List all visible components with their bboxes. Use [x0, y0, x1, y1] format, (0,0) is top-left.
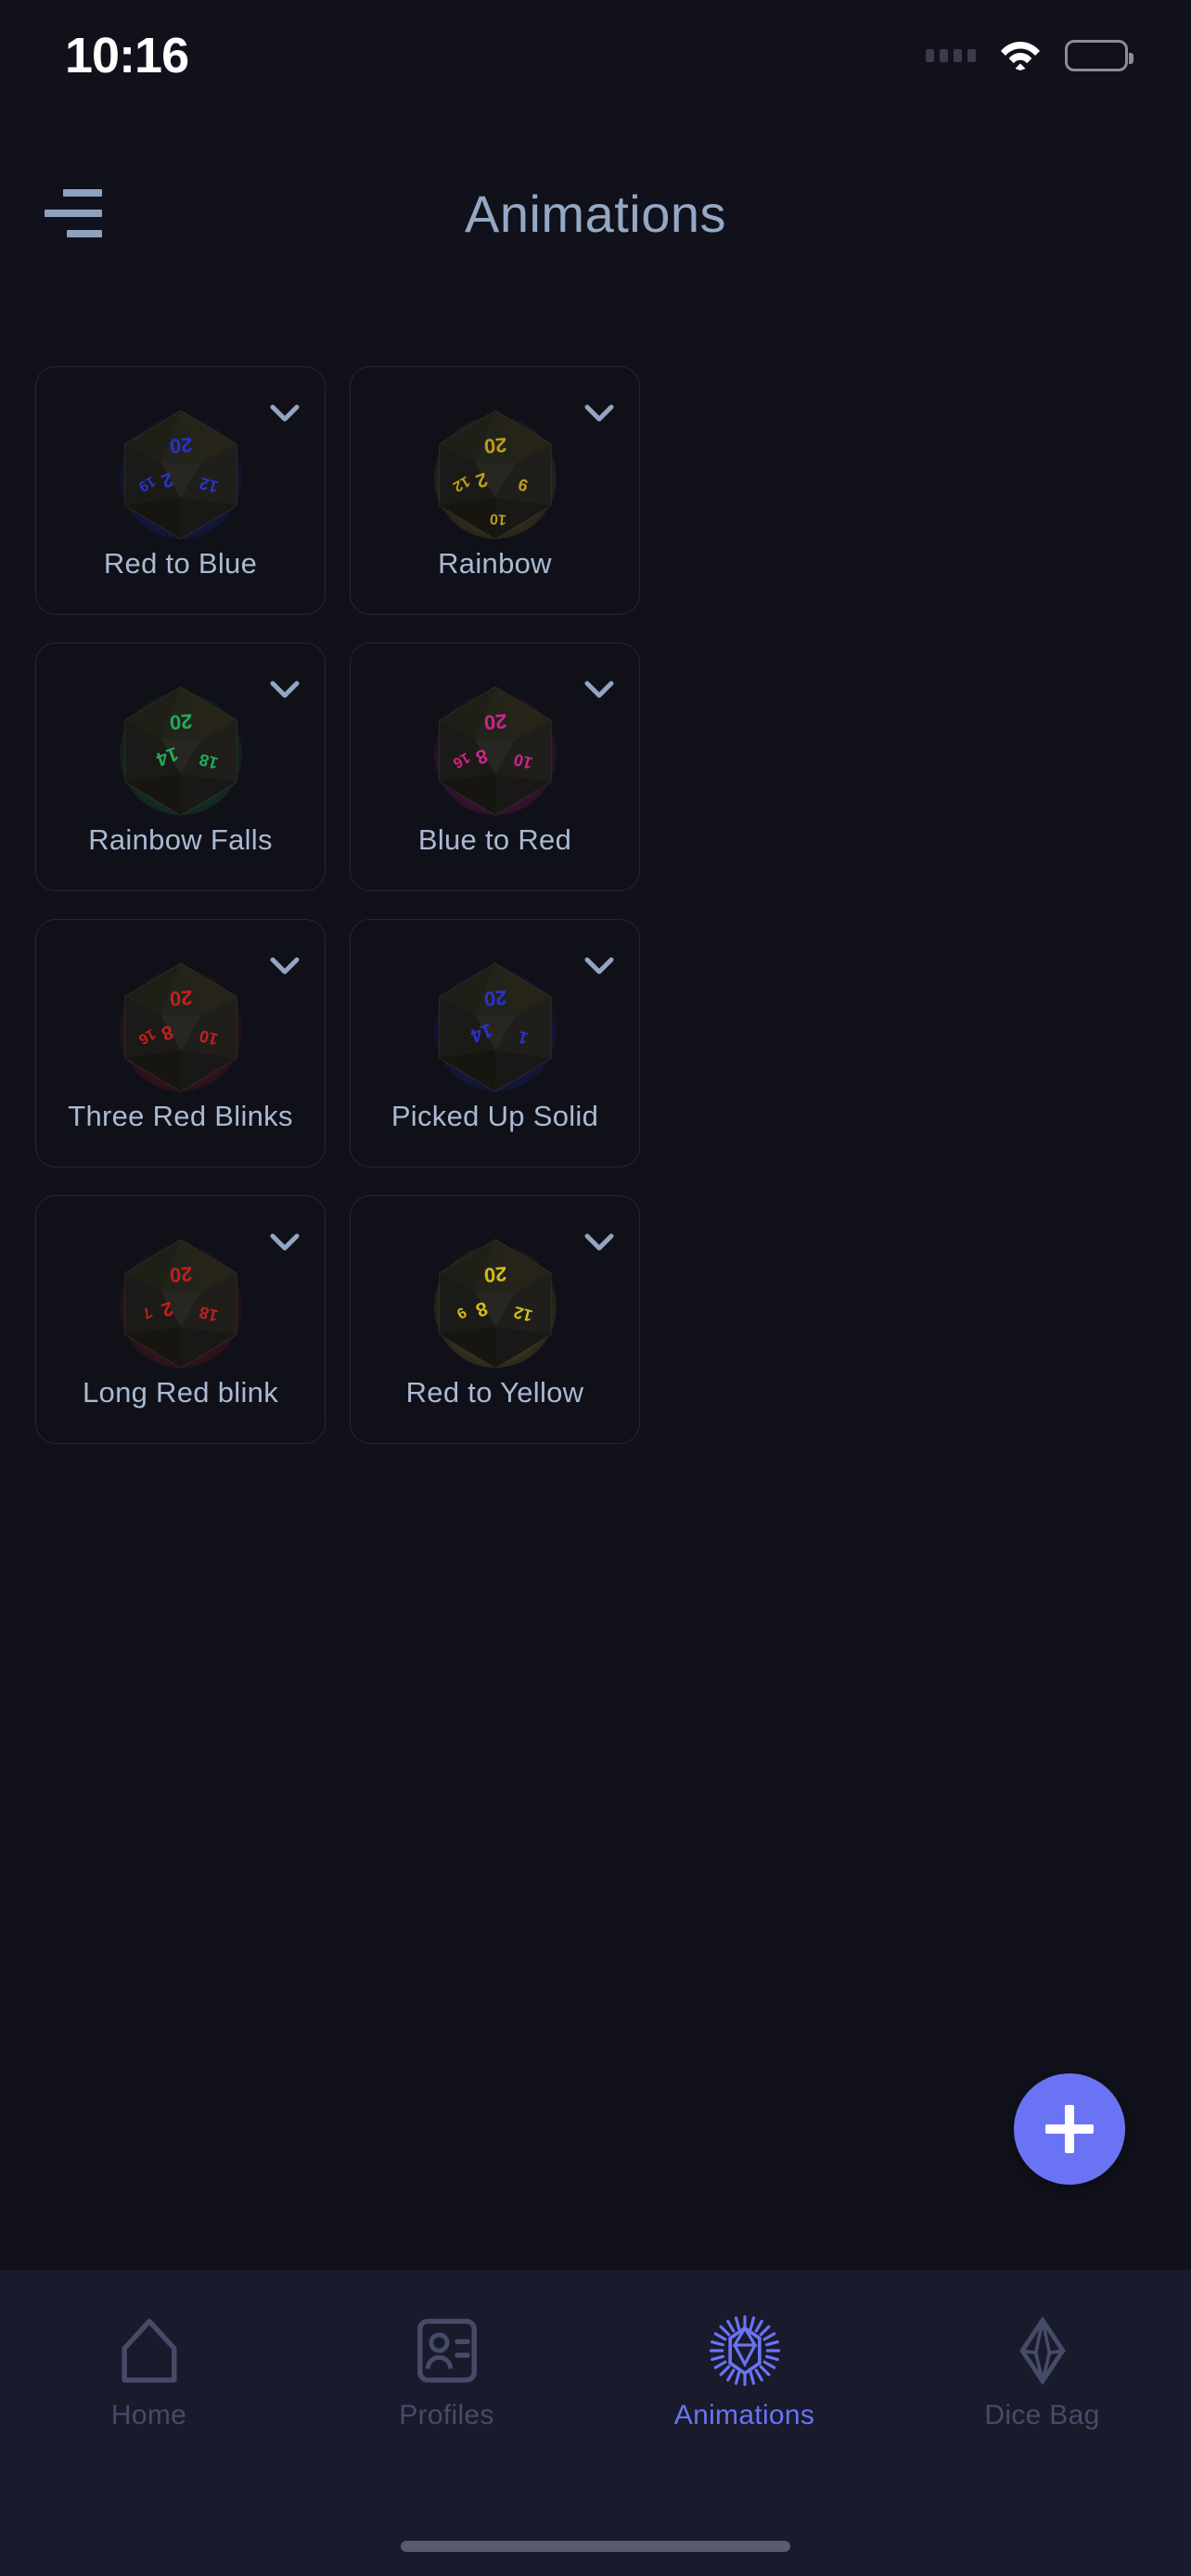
plus-icon	[1045, 2105, 1094, 2153]
svg-text:20: 20	[169, 709, 193, 734]
page-title: Animations	[464, 184, 727, 243]
animation-card[interactable]: 20 8 10 16 Blue to Red	[350, 643, 640, 891]
svg-text:20: 20	[483, 1262, 507, 1287]
svg-text:20: 20	[169, 433, 193, 458]
svg-text:20: 20	[483, 433, 507, 458]
d20-die-icon: 20 8 10 16	[433, 686, 557, 816]
d20-die-icon: 20 2 18 7	[119, 1239, 242, 1369]
animation-name: Rainbow	[438, 547, 552, 580]
d20-die-icon: 20 14 1	[433, 963, 557, 1092]
die-preview: 20 8 12 9	[351, 1230, 639, 1378]
hamburger-menu-icon[interactable]	[45, 189, 102, 237]
d20-die-icon: 20 14 18	[119, 686, 242, 816]
animation-card[interactable]: 20 2 12 19 Red to Blue	[35, 366, 326, 615]
svg-text:20: 20	[483, 709, 507, 734]
svg-text:20: 20	[169, 1262, 193, 1287]
d20-die-icon: 20 2 12 19	[119, 410, 242, 540]
d20-die-icon: 20 8 12 9	[433, 1239, 557, 1369]
nav-item-label: Profiles	[399, 2400, 494, 2430]
nav-item-dice-bag[interactable]: Dice Bag	[941, 2315, 1145, 2431]
animation-name: Long Red blink	[82, 1376, 278, 1409]
status-bar: 10:16	[0, 0, 1191, 111]
svg-text:10: 10	[489, 510, 506, 527]
nav-item-label: Dice Bag	[984, 2400, 1100, 2430]
status-bar-clock: 10:16	[65, 28, 189, 83]
add-animation-fab[interactable]	[1014, 2073, 1125, 2185]
nav-item-label: Home	[110, 2400, 187, 2430]
die-preview: 20 8 10 16	[351, 677, 639, 825]
animation-card[interactable]: 20 2 18 7 Long Red blink	[35, 1195, 326, 1444]
svg-text:20: 20	[169, 986, 193, 1011]
die-preview: 20 8 10 16	[36, 953, 325, 1102]
animation-name: Three Red Blinks	[68, 1100, 293, 1132]
animation-card[interactable]: 20 14 18 Rainbow Falls	[35, 643, 326, 891]
svg-text:20: 20	[483, 986, 507, 1011]
dice-bag-icon	[1006, 2315, 1079, 2387]
nav-item-home[interactable]: Home	[47, 2315, 251, 2431]
die-preview: 20 14 1	[351, 953, 639, 1102]
animation-card[interactable]: 20 2 9 12 10 Rainbow	[350, 366, 640, 615]
nav-item-animations[interactable]: Animations	[643, 2315, 847, 2431]
animation-name: Blue to Red	[417, 823, 572, 856]
animations-grid: 20 2 12 19 Red to Blue 20 2 9 12 10 Rain…	[35, 366, 1156, 1444]
d20-die-icon: 20 8 10 16	[119, 963, 242, 1092]
nav-item-label: Animations	[673, 2400, 815, 2430]
signal-dots-icon	[926, 49, 976, 62]
bottom-navigation-bar: Home Profiles Animations Dice Bag	[0, 2270, 1191, 2576]
animation-card[interactable]: 20 14 1 Picked Up Solid	[350, 919, 640, 1167]
profile-card-icon	[411, 2315, 483, 2387]
app-header: Animations	[0, 162, 1191, 264]
animation-die-icon	[709, 2315, 781, 2387]
die-preview: 20 14 18	[36, 677, 325, 825]
nav-item-profiles[interactable]: Profiles	[345, 2315, 549, 2431]
die-preview: 20 2 12 19	[36, 401, 325, 549]
die-preview: 20 2 18 7	[36, 1230, 325, 1378]
home-icon	[113, 2315, 186, 2387]
animation-name: Rainbow Falls	[88, 823, 273, 856]
animation-card[interactable]: 20 8 10 16 Three Red Blinks	[35, 919, 326, 1167]
battery-full-icon	[1065, 40, 1133, 71]
animation-name: Red to Yellow	[405, 1376, 584, 1409]
animation-name: Picked Up Solid	[391, 1100, 599, 1132]
status-bar-indicators	[926, 40, 1133, 71]
animation-card[interactable]: 20 8 12 9 Red to Yellow	[350, 1195, 640, 1444]
animation-name: Red to Blue	[103, 547, 258, 580]
die-preview: 20 2 9 12 10	[351, 401, 639, 549]
home-indicator	[401, 2541, 790, 2552]
wifi-icon	[1000, 40, 1041, 71]
d20-die-icon: 20 2 9 12 10	[433, 410, 557, 540]
